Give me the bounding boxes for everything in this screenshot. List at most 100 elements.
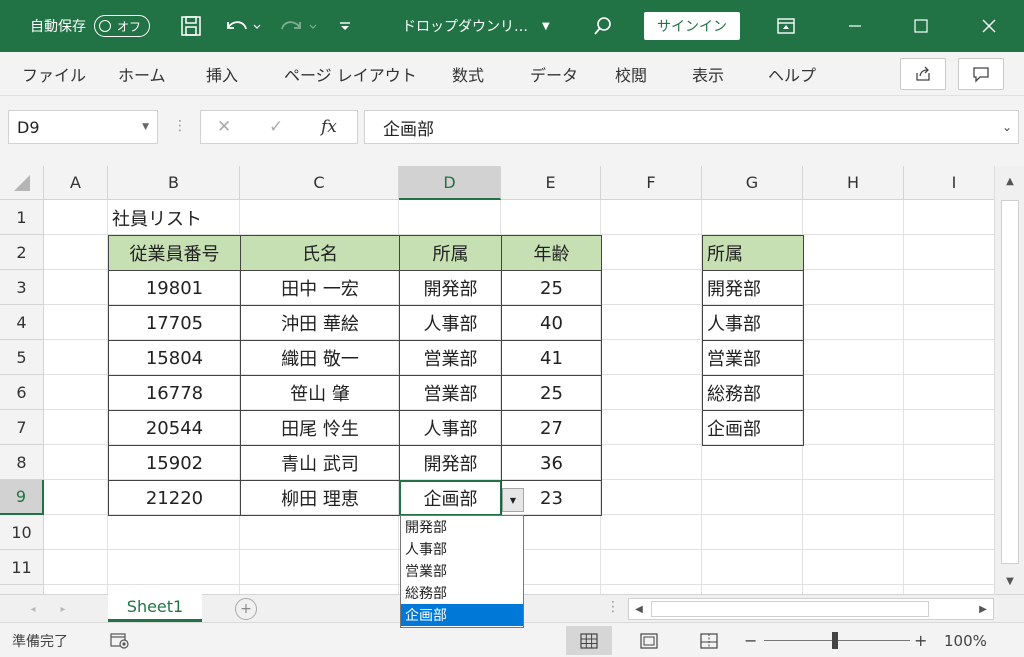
table-cell[interactable]: 25 <box>501 375 602 411</box>
minimize-icon[interactable] <box>832 0 878 52</box>
tab-formulas[interactable]: 数式 <box>452 52 484 96</box>
signin-button[interactable]: サインイン <box>644 12 740 40</box>
tab-data[interactable]: データ <box>530 52 578 96</box>
table-cell[interactable]: 36 <box>501 445 602 481</box>
table-header-department[interactable]: 所属 <box>399 235 502 271</box>
sheet-title-cell[interactable]: 社員リスト <box>108 200 308 235</box>
tab-insert[interactable]: 挿入 <box>206 52 238 96</box>
table-cell[interactable]: 織田 敬一 <box>240 340 400 376</box>
dropdown-arrow-button[interactable]: ▼ <box>502 488 524 512</box>
table-cell[interactable]: 笹山 肇 <box>240 375 400 411</box>
tab-page-layout[interactable]: ページ レイアウト <box>284 52 417 96</box>
dept-list-item[interactable]: 営業部 <box>702 340 804 376</box>
table-cell[interactable]: 柳田 理恵 <box>240 480 400 516</box>
tab-file[interactable]: ファイル <box>22 52 86 96</box>
scroll-left-icon[interactable]: ◀ <box>631 601 647 617</box>
column-header-a[interactable]: A <box>44 166 108 200</box>
column-header-f[interactable]: F <box>601 166 702 200</box>
normal-view-button[interactable] <box>566 626 612 655</box>
table-header-name[interactable]: 氏名 <box>240 235 400 271</box>
customize-toolbar-icon[interactable] <box>338 0 352 52</box>
table-cell[interactable]: 15804 <box>108 340 241 376</box>
row-header-9[interactable]: 9 <box>0 480 44 515</box>
row-header-3[interactable]: 3 <box>0 270 44 305</box>
zoom-out-icon[interactable]: − <box>744 623 757 657</box>
comments-button[interactable] <box>958 58 1004 90</box>
search-icon[interactable] <box>592 0 614 52</box>
column-header-d[interactable]: D <box>399 166 501 200</box>
table-header-employee-id[interactable]: 従業員番号 <box>108 235 241 271</box>
vertical-scroll-thumb[interactable] <box>1001 200 1019 564</box>
name-box[interactable]: D9 ▼ <box>8 110 158 144</box>
row-header-12[interactable] <box>0 585 44 594</box>
column-header-c[interactable]: C <box>240 166 399 200</box>
table-cell[interactable]: 15902 <box>108 445 241 481</box>
table-cell[interactable]: 40 <box>501 305 602 341</box>
table-header-age[interactable]: 年齢 <box>501 235 602 271</box>
insert-function-icon[interactable]: fx <box>321 117 337 137</box>
close-icon[interactable] <box>966 0 1012 52</box>
table-cell[interactable]: 21220 <box>108 480 241 516</box>
table-cell[interactable]: 41 <box>501 340 602 376</box>
page-layout-view-button[interactable] <box>626 626 672 655</box>
table-cell[interactable]: 19801 <box>108 270 241 306</box>
zoom-slider-thumb[interactable] <box>832 632 838 649</box>
table-cell[interactable]: 20544 <box>108 410 241 446</box>
zoom-in-icon[interactable]: + <box>914 623 927 657</box>
scroll-sheets-right-icon[interactable]: ▸ <box>56 600 70 618</box>
column-header-b[interactable]: B <box>108 166 240 200</box>
column-header-g[interactable]: G <box>702 166 803 200</box>
scroll-down-icon[interactable]: ▼ <box>1001 572 1019 590</box>
dropdown-option-selected[interactable]: 企画部 <box>401 604 523 626</box>
dept-list-item[interactable]: 人事部 <box>702 305 804 341</box>
column-header-h[interactable]: H <box>803 166 904 200</box>
dept-list-header[interactable]: 所属 <box>702 235 804 271</box>
formula-input[interactable]: 企画部 ⌄ <box>364 110 1019 144</box>
zoom-level[interactable]: 100% <box>944 623 987 657</box>
vertical-scrollbar[interactable]: ▲ ▼ <box>994 166 1024 594</box>
scroll-sheets-left-icon[interactable]: ◂ <box>26 600 40 618</box>
table-cell[interactable]: 16778 <box>108 375 241 411</box>
formula-bar-grip-icon[interactable]: ⋮ <box>173 118 187 134</box>
row-header-1[interactable]: 1 <box>0 200 44 235</box>
page-break-view-button[interactable] <box>686 626 732 655</box>
table-cell[interactable]: 田尾 怜生 <box>240 410 400 446</box>
horizontal-scroll-thumb[interactable] <box>651 601 929 617</box>
table-cell[interactable]: 青山 武司 <box>240 445 400 481</box>
add-sheet-icon[interactable]: + <box>235 598 257 620</box>
row-header-7[interactable]: 7 <box>0 410 44 445</box>
table-cell[interactable]: 田中 一宏 <box>240 270 400 306</box>
save-icon[interactable] <box>180 0 202 52</box>
macro-record-icon[interactable] <box>110 623 130 657</box>
dropdown-option[interactable]: 営業部 <box>401 560 523 582</box>
tab-home[interactable]: ホーム <box>118 52 166 96</box>
dept-list-item[interactable]: 総務部 <box>702 375 804 411</box>
expand-formula-bar-icon[interactable]: ⌄ <box>1002 120 1012 134</box>
dept-list-item[interactable]: 開発部 <box>702 270 804 306</box>
row-header-2[interactable]: 2 <box>0 235 44 270</box>
table-cell[interactable]: 人事部 <box>399 410 502 446</box>
table-cell[interactable]: 開発部 <box>399 445 502 481</box>
share-button[interactable] <box>900 58 946 90</box>
dropdown-option[interactable]: 総務部 <box>401 582 523 604</box>
tab-split-grip-icon[interactable]: ⋮ <box>606 599 620 615</box>
dropdown-option[interactable]: 開発部 <box>401 516 523 538</box>
enter-icon[interactable]: ✓ <box>269 117 283 137</box>
row-header-6[interactable]: 6 <box>0 375 44 410</box>
row-header-4[interactable]: 4 <box>0 305 44 340</box>
dropdown-option[interactable]: 人事部 <box>401 538 523 560</box>
tab-review[interactable]: 校閲 <box>615 52 647 96</box>
autosave-control[interactable]: 自動保存 オフ <box>30 0 150 52</box>
active-cell-d9[interactable]: 企画部 <box>399 480 502 516</box>
select-all-corner[interactable] <box>0 166 44 200</box>
table-cell[interactable]: 25 <box>501 270 602 306</box>
tab-help[interactable]: ヘルプ <box>768 52 816 96</box>
table-cell[interactable]: 17705 <box>108 305 241 341</box>
table-cell[interactable]: 人事部 <box>399 305 502 341</box>
row-header-5[interactable]: 5 <box>0 340 44 375</box>
row-header-11[interactable]: 11 <box>0 550 44 585</box>
tab-view[interactable]: 表示 <box>692 52 724 96</box>
horizontal-scrollbar[interactable]: ◀ ▶ <box>628 598 994 620</box>
table-cell[interactable]: 営業部 <box>399 375 502 411</box>
row-header-8[interactable]: 8 <box>0 445 44 480</box>
